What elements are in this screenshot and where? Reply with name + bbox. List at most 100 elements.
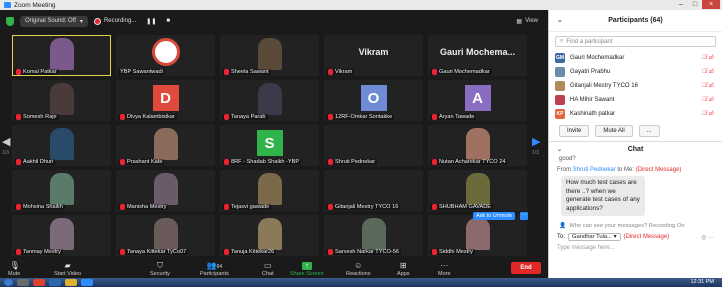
prev-page-arrow-icon[interactable]: ◀ xyxy=(2,135,11,149)
tile-name-label: Gitanjali Mestry TYCO 16 xyxy=(326,204,401,210)
participant-tile[interactable]: Tanmay Mestry xyxy=(12,215,111,256)
recipient-select[interactable]: Gandhar Tula... ▾ xyxy=(568,233,621,241)
muted-status-icons: 🎙̸ ▭̸ xyxy=(702,111,714,117)
more-button[interactable]: ··· More xyxy=(438,262,451,278)
start-video-button[interactable]: ▰ Start Video xyxy=(54,262,81,278)
mute-all-button[interactable]: Mute All xyxy=(595,125,633,137)
next-page-arrow-icon[interactable]: ▶ xyxy=(532,135,541,149)
participant-tile[interactable]: SHUBHAM GAVADE xyxy=(428,170,527,211)
reactions-button[interactable]: ☺ Reactions xyxy=(346,261,370,278)
muted-mic-icon xyxy=(16,69,21,75)
participant-tile[interactable]: Vikram Vikram xyxy=(324,35,423,76)
collapse-chevron-icon[interactable]: ⌄ xyxy=(557,16,563,24)
tile-name: Gitanjali Mestry TYCO 16 xyxy=(335,204,399,210)
end-meeting-button[interactable]: End xyxy=(511,262,541,274)
sender-name[interactable]: Shruti Pednekar xyxy=(573,167,616,173)
chat-recipient-row: To: Gandhar Tula... ▾ (Direct Message) ◎… xyxy=(557,233,714,241)
participant-tile[interactable]: Sarvesh Narkar TYCO-56 xyxy=(324,215,423,256)
start-button-icon[interactable] xyxy=(4,279,13,286)
muted-mic-icon xyxy=(432,204,437,210)
participants-button[interactable]: 👥64 Participants xyxy=(200,261,229,278)
participant-tile[interactable]: Aakhil Dhuri xyxy=(12,125,111,166)
pause-recording-icon[interactable]: ❚❚ xyxy=(146,18,156,25)
muted-mic-icon xyxy=(432,114,437,120)
participant-tile[interactable]: Prashant Kate xyxy=(116,125,215,166)
participant-tile[interactable]: S 8RF - Shadab Shaikh -YBP xyxy=(220,125,319,166)
participant-tile[interactable]: Shruti Pednekar xyxy=(324,125,423,166)
participant-tile[interactable]: D Divya Kalambistkar xyxy=(116,80,215,121)
participant-row[interactable]: Gitanjali Mestry TYCO 16 🎙̸ ▭̸ xyxy=(549,79,722,93)
muted-mic-icon xyxy=(432,69,437,75)
participant-search-input[interactable]: ⌕ Find a participant xyxy=(555,36,716,47)
participant-tile[interactable]: Gauri Mochema... Gauri Mochemadkar xyxy=(428,35,527,76)
participant-tile[interactable]: Nutan Acharekar TYCO 24 xyxy=(428,125,527,166)
participants-header: ⌄ Participants (64) xyxy=(549,10,722,32)
participant-tile[interactable]: Siddhi Mestry xyxy=(428,215,527,256)
participant-actions: Invite Mute All ... xyxy=(549,121,722,142)
participant-row[interactable]: HA Mihir Sawant 🎙̸ ▭̸ xyxy=(549,93,722,107)
participant-tile[interactable]: Komal Patkar xyxy=(12,35,111,76)
chrome-icon[interactable] xyxy=(33,279,45,286)
close-button[interactable]: × xyxy=(702,0,720,9)
participant-name: Gauri Mochemadkar xyxy=(570,55,625,61)
chat-button[interactable]: ▭ Chat xyxy=(262,262,274,278)
grid-icon: ▦ xyxy=(516,18,523,25)
tile-name-label: Divya Kalambistkar xyxy=(118,114,177,120)
participant-tile[interactable]: Gitanjali Mestry TYCO 16 xyxy=(324,170,423,211)
tile-video xyxy=(49,128,74,160)
zoom-taskbar-icon[interactable] xyxy=(81,279,93,286)
participant-tile[interactable]: Mohsina Shaikh xyxy=(12,170,111,211)
tile-more-button[interactable]: ··· xyxy=(520,212,528,220)
record-icon xyxy=(93,17,101,25)
explorer-icon[interactable] xyxy=(17,279,29,286)
apps-button[interactable]: ⊞ Apps xyxy=(397,262,410,278)
participant-tile[interactable]: YBP Sawantwadi xyxy=(116,35,215,76)
mute-button[interactable]: 🎙 Mute xyxy=(8,261,20,278)
tile-name-label: Aryan Tawade xyxy=(430,114,477,120)
folder-icon[interactable] xyxy=(65,279,77,286)
tile-name: Tanmay Mestry xyxy=(23,249,61,255)
previous-message: good? xyxy=(559,156,576,162)
muted-mic-icon xyxy=(120,204,125,210)
invite-button[interactable]: Invite xyxy=(559,125,590,137)
participant-tile[interactable]: Somesh Raje xyxy=(12,80,111,121)
file-share-icon[interactable]: ◎ ··· xyxy=(701,234,714,241)
muted-mic-icon xyxy=(432,159,437,165)
reactions-icon: ☺ xyxy=(354,261,363,270)
participant-tile[interactable]: Manisha Mestry xyxy=(116,170,215,211)
muted-mic-icon xyxy=(16,159,21,165)
original-sound-button[interactable]: Original Sound: Off ▾ xyxy=(20,15,88,27)
tile-name-label: Prashant Kate xyxy=(118,159,165,165)
tile-name: Tanaya Parab xyxy=(231,114,266,120)
participant-row[interactable]: GM Gauri Mochemadkar 🎙̸ ▭̸ xyxy=(549,51,722,65)
security-shield-icon[interactable] xyxy=(6,16,14,26)
participant-row[interactable]: KP Kashinath patkar 🎙̸ ▭̸ xyxy=(549,107,722,121)
microphone-icon: 🎙 xyxy=(9,261,20,270)
participant-tile[interactable]: Tanaya Kittekar TyCo07 xyxy=(116,215,215,256)
participant-tile[interactable]: Tanaya Parab xyxy=(220,80,319,121)
tile-display-name: Gauri Mochema... xyxy=(439,47,516,57)
tile-name-label: YBP Sawantwadi xyxy=(118,69,165,75)
tile-video xyxy=(257,83,282,115)
stop-recording-icon[interactable]: ■ xyxy=(166,18,170,24)
share-screen-button[interactable]: ↑ Share Screen xyxy=(290,262,324,278)
chat-collapse-chevron-icon[interactable]: ⌄ xyxy=(557,146,562,153)
participant-tile[interactable]: O 12RF-Omkar Sontakke xyxy=(324,80,423,121)
maximize-button[interactable]: □ xyxy=(688,0,702,9)
participant-tile[interactable]: A Aryan Tawade xyxy=(428,80,527,121)
gallery-grid: Komal Patkar YBP Sawantwadi Sheela Sawant V… xyxy=(12,35,530,256)
security-button[interactable]: ⛉ Security xyxy=(150,262,170,278)
participants-icon: 👥64 xyxy=(206,261,223,271)
chat-message-input[interactable]: Type message here... xyxy=(549,243,722,253)
participants-more-button[interactable]: ... xyxy=(638,125,660,137)
view-button[interactable]: ▦ View xyxy=(516,10,538,32)
ask-to-unmute-button[interactable]: Ask to Unmute xyxy=(473,212,516,220)
minimize-button[interactable]: – xyxy=(674,0,688,9)
tile-video xyxy=(49,38,74,70)
participant-row[interactable]: Gayatri Prabhu 🎙̸ ▭̸ xyxy=(549,65,722,79)
participant-tile[interactable]: Sheela Sawant xyxy=(220,35,319,76)
tile-name: Somesh Raje xyxy=(23,114,57,120)
word-icon[interactable] xyxy=(49,279,61,286)
participant-tile[interactable]: Tanuja Kittekar26 xyxy=(220,215,319,256)
participant-tile[interactable]: Tejasvi gawade xyxy=(220,170,319,211)
